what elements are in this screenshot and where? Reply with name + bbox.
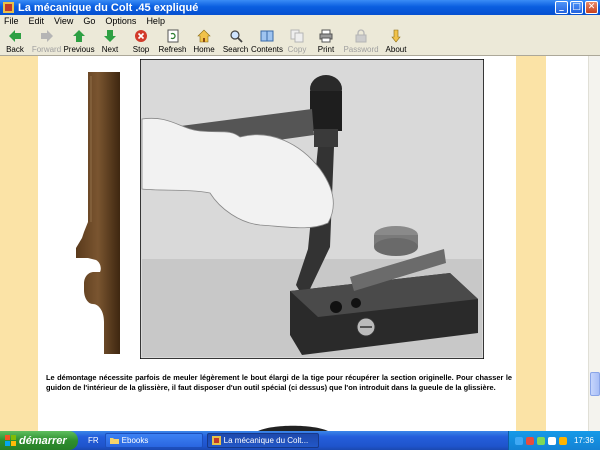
slide-part-image bbox=[76, 72, 120, 354]
arrow-right-icon bbox=[40, 30, 53, 42]
windows-flag-icon bbox=[5, 435, 16, 446]
previous-label: Previous bbox=[63, 45, 95, 54]
tray-app-icon[interactable] bbox=[558, 436, 567, 445]
system-tray: 17:36 bbox=[507, 431, 600, 450]
back-label: Back bbox=[6, 45, 24, 54]
next-button[interactable]: Next bbox=[95, 27, 125, 55]
vertical-scrollbar[interactable] bbox=[588, 56, 600, 431]
app-icon bbox=[3, 2, 14, 13]
window-title: La mécanique du Colt .45 expliqué bbox=[18, 1, 199, 14]
search-button[interactable]: Search bbox=[220, 27, 251, 55]
search-icon bbox=[229, 30, 243, 43]
password-icon bbox=[355, 29, 367, 43]
start-button[interactable]: démarrer bbox=[0, 431, 78, 450]
home-label: Home bbox=[193, 45, 215, 54]
page-caption: Le démontage nécessite parfois de meuler… bbox=[46, 373, 512, 392]
next-label: Next bbox=[101, 45, 119, 54]
home-button[interactable]: Home bbox=[188, 27, 220, 55]
folder-icon bbox=[109, 438, 119, 444]
copy-button[interactable]: Copy bbox=[283, 27, 311, 55]
previous-button[interactable]: Previous bbox=[63, 27, 95, 55]
menu-options[interactable]: Options bbox=[101, 16, 142, 26]
stop-icon bbox=[135, 30, 147, 42]
search-label: Search bbox=[222, 45, 249, 54]
task-ebooks-label: Ebooks bbox=[121, 436, 149, 445]
update-icon[interactable] bbox=[536, 436, 545, 445]
maximize-button[interactable]: □ bbox=[570, 1, 583, 14]
page-margin-left bbox=[0, 56, 38, 431]
arrow-left-icon bbox=[9, 30, 21, 42]
language-indicator[interactable]: FR bbox=[88, 436, 99, 445]
menu-view[interactable]: View bbox=[50, 16, 79, 26]
about-button[interactable]: About bbox=[381, 27, 411, 55]
about-icon bbox=[391, 29, 401, 43]
menu-file[interactable]: File bbox=[0, 16, 25, 26]
copy-icon bbox=[290, 29, 304, 43]
clock: 17:36 bbox=[573, 436, 594, 445]
task-ebooks[interactable]: Ebooks bbox=[104, 433, 203, 448]
contents-icon bbox=[260, 30, 274, 42]
refresh-button[interactable]: Refresh bbox=[157, 27, 188, 55]
arrow-down-icon bbox=[104, 30, 116, 42]
forward-button[interactable]: Forward bbox=[30, 27, 63, 55]
print-icon bbox=[319, 29, 333, 43]
about-label: About bbox=[385, 45, 407, 54]
refresh-icon bbox=[167, 29, 178, 43]
back-button[interactable]: Back bbox=[0, 27, 30, 55]
toolbar: Back Forward Previous Next Stop Refresh … bbox=[0, 27, 600, 56]
window-titlebar[interactable]: La mécanique du Colt .45 expliqué _ □ ✕ bbox=[0, 0, 600, 15]
scroll-thumb[interactable] bbox=[590, 372, 600, 396]
menu-edit[interactable]: Edit bbox=[25, 16, 51, 26]
contents-button[interactable]: Contents bbox=[251, 27, 283, 55]
book-icon bbox=[211, 436, 221, 445]
security-icon[interactable] bbox=[525, 436, 534, 445]
forward-label: Forward bbox=[31, 45, 62, 54]
menu-help[interactable]: Help bbox=[142, 16, 171, 26]
refresh-label: Refresh bbox=[158, 45, 187, 54]
minimize-button[interactable]: _ bbox=[555, 1, 568, 14]
password-button[interactable]: Password bbox=[341, 27, 381, 55]
contents-label: Contents bbox=[250, 45, 284, 54]
arrow-up-icon bbox=[73, 30, 85, 42]
print-label: Print bbox=[317, 45, 335, 54]
page-margin-right bbox=[516, 56, 546, 431]
menu-bar: File Edit View Go Options Help bbox=[0, 15, 600, 27]
stop-button[interactable]: Stop bbox=[125, 27, 157, 55]
print-button[interactable]: Print bbox=[311, 27, 341, 55]
password-label: Password bbox=[343, 45, 379, 54]
network-icon[interactable] bbox=[514, 436, 523, 445]
volume-icon[interactable] bbox=[547, 436, 556, 445]
menu-go[interactable]: Go bbox=[79, 16, 101, 26]
copy-label: Copy bbox=[287, 45, 307, 54]
home-icon bbox=[197, 29, 211, 43]
tool-photo bbox=[140, 59, 484, 359]
close-button[interactable]: ✕ bbox=[585, 1, 598, 14]
start-label: démarrer bbox=[19, 434, 67, 447]
taskbar: démarrer FR Ebooks La mécanique du Colt.… bbox=[0, 431, 600, 450]
task-colt-book[interactable]: La mécanique du Colt... bbox=[206, 433, 319, 448]
task-colt-book-label: La mécanique du Colt... bbox=[223, 436, 309, 445]
next-image-peek bbox=[258, 425, 328, 431]
document-view[interactable]: Le démontage nécessite parfois de meuler… bbox=[0, 56, 600, 431]
stop-label: Stop bbox=[132, 45, 150, 54]
